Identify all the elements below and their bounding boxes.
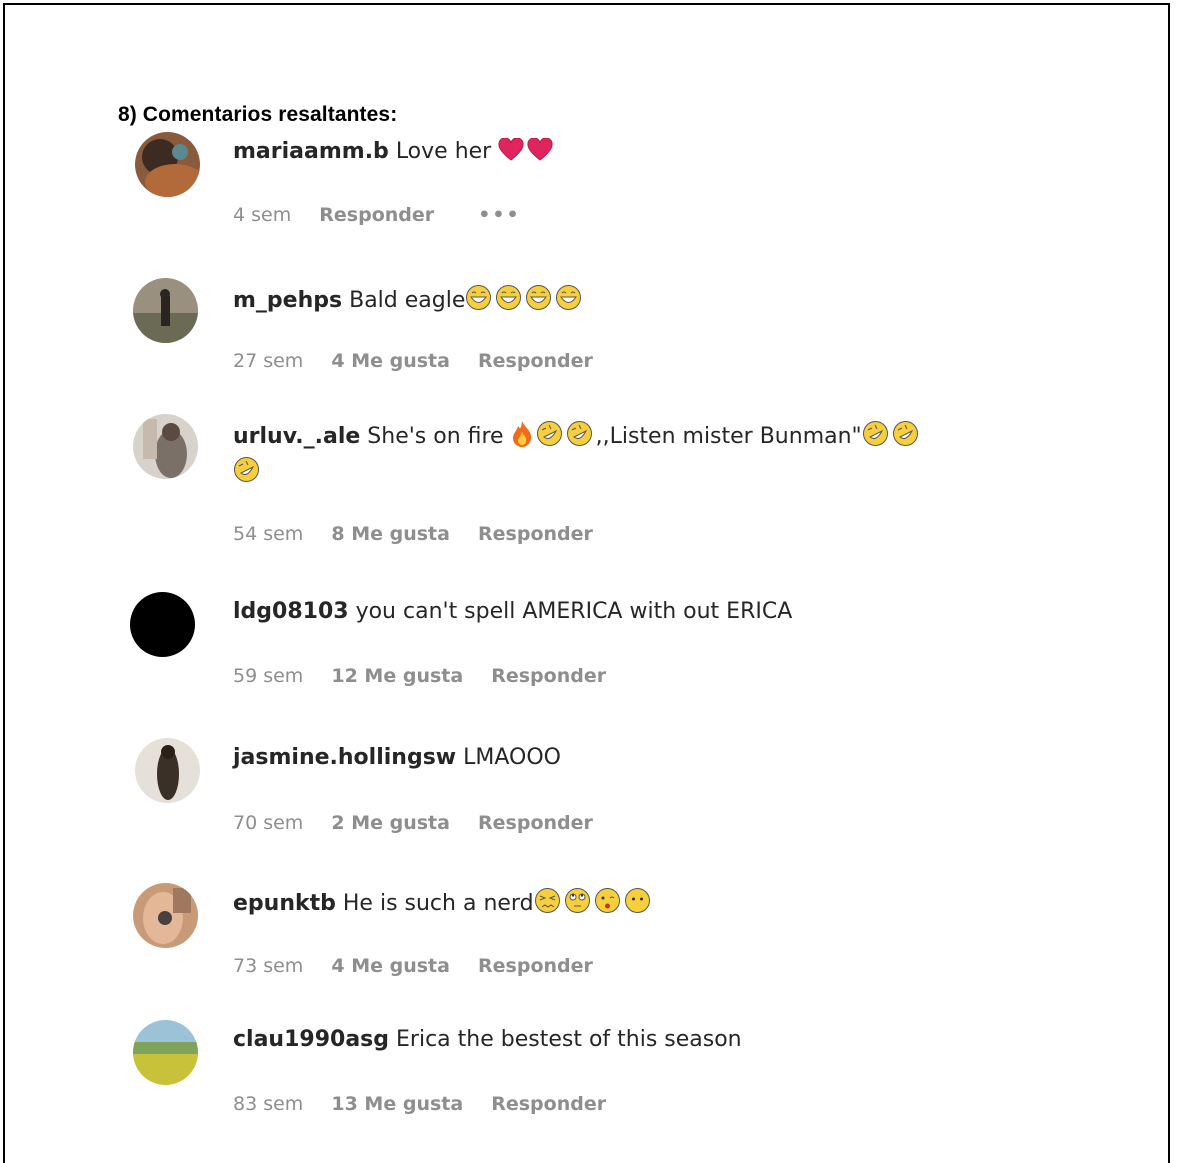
comment-time: 59 sem (233, 665, 304, 687)
heart-icon (498, 137, 524, 171)
likes-count[interactable]: 2 Me gusta (331, 812, 450, 834)
avatar[interactable] (135, 738, 200, 803)
avatar[interactable] (133, 414, 198, 479)
likes-count[interactable]: 4 Me gusta (331, 350, 450, 372)
comment-time: 4 sem (233, 204, 292, 226)
comment-text-continued: ,,Listen mister Bunman" (595, 424, 862, 449)
comment-username[interactable]: mariaamm.b (233, 139, 389, 164)
comment-text: LMAOOO (463, 745, 561, 770)
heart-icon (527, 137, 553, 171)
more-options-icon[interactable]: ••• (478, 204, 520, 226)
avatar[interactable] (135, 132, 200, 197)
comment-text: you can't spell AMERICA with out ERICA (355, 599, 793, 624)
reply-button[interactable]: Responder (491, 1093, 606, 1115)
avatar[interactable] (133, 278, 198, 343)
rolling-laughing-icon (536, 420, 563, 456)
comment-username[interactable]: ldg08103 (233, 599, 349, 624)
comment-username[interactable]: m_pehps (233, 288, 342, 313)
reply-button[interactable]: Responder (478, 955, 593, 977)
likes-count[interactable]: 12 Me gusta (331, 665, 463, 687)
persevering-face-icon (534, 887, 561, 923)
rolling-laughing-icon (862, 420, 889, 456)
rolling-laughing-icon (566, 420, 593, 456)
comment-time: 73 sem (233, 955, 304, 977)
comment-text: Erica the bestest of this season (396, 1027, 742, 1052)
comment-username[interactable]: epunktb (233, 891, 336, 916)
avatar[interactable] (133, 883, 198, 948)
comment-text: Bald eagle (349, 288, 466, 313)
comment-username[interactable]: jasmine.hollingsw (233, 745, 456, 770)
comment-text: He is such a nerd (342, 891, 534, 916)
comment-username[interactable]: clau1990asg (233, 1027, 389, 1052)
laughing-face-icon (525, 284, 552, 320)
laughing-face-icon (495, 284, 522, 320)
reply-button[interactable]: Responder (491, 665, 606, 687)
laughing-face-icon (465, 284, 492, 320)
comment-time: 54 sem (233, 523, 304, 545)
reply-button[interactable]: Responder (478, 350, 593, 372)
eye-roll-face-icon (564, 887, 591, 923)
reply-button[interactable]: Responder (478, 812, 593, 834)
rolling-laughing-icon (233, 456, 260, 492)
reply-button[interactable]: Responder (478, 523, 593, 545)
fire-icon (511, 420, 533, 456)
comment-time: 27 sem (233, 350, 304, 372)
likes-count[interactable]: 8 Me gusta (331, 523, 450, 545)
comment-username[interactable]: urluv._.ale (233, 424, 360, 449)
comment-text: Love her (395, 139, 492, 164)
laughing-face-icon (555, 284, 582, 320)
face-without-mouth-icon (624, 887, 651, 923)
likes-count[interactable]: 13 Me gusta (331, 1093, 463, 1115)
section-heading: 8) Comentarios resaltantes: (118, 103, 398, 126)
kissing-face-icon (594, 887, 621, 923)
comment-text: She's on fire (367, 424, 504, 449)
comment-time: 70 sem (233, 812, 304, 834)
avatar[interactable] (130, 592, 195, 657)
avatar[interactable] (133, 1020, 198, 1085)
likes-count[interactable]: 4 Me gusta (331, 955, 450, 977)
comment-time: 83 sem (233, 1093, 304, 1115)
rolling-laughing-icon (892, 420, 919, 456)
reply-button[interactable]: Responder (319, 204, 434, 226)
